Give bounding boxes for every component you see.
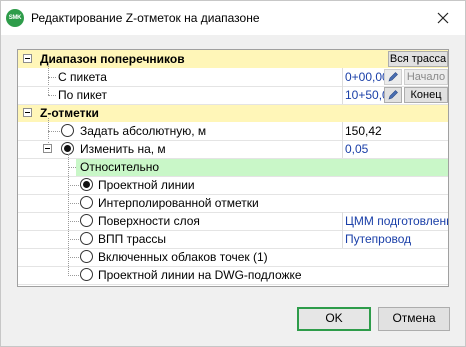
- row-divider: [18, 248, 448, 249]
- option-route-vpp-row[interactable]: ВПП трассы Путепровод: [18, 230, 448, 248]
- cancel-button[interactable]: Отмена: [378, 307, 450, 331]
- option-dwg-design-line-radio[interactable]: [80, 268, 93, 281]
- tree-line: [68, 275, 79, 276]
- option-dwg-design-line-label: Проектной линии на DWG-подложке: [98, 268, 302, 282]
- relative-row: Относительно: [18, 158, 448, 176]
- tree-line: [68, 203, 79, 204]
- app-logo-icon: SMK: [6, 9, 24, 27]
- tree-line: [68, 257, 79, 258]
- option-design-line-radio[interactable]: [80, 178, 93, 191]
- absolute-label: Задать абсолютную, м: [80, 124, 207, 138]
- option-point-clouds-label: Включенных облаков точек (1): [98, 250, 268, 264]
- option-route-vpp-value[interactable]: Путепровод: [345, 232, 411, 246]
- option-route-vpp-radio[interactable]: [80, 232, 93, 245]
- collapse-z-icon[interactable]: [23, 108, 32, 117]
- change-label: Изменить на, м: [80, 142, 166, 156]
- to-station-row[interactable]: По пикет 10+50,00 Конец: [18, 86, 448, 104]
- option-layer-surface-label: Поверхности слоя: [98, 214, 200, 228]
- dialog-window: SMK Редактирование Z-отметок на диапазон…: [0, 0, 466, 347]
- row-divider: [18, 230, 448, 231]
- close-icon: [437, 12, 449, 24]
- collapse-range-icon[interactable]: [23, 54, 32, 63]
- row-divider: [18, 176, 448, 177]
- ok-button[interactable]: OK: [297, 307, 371, 331]
- absolute-radio[interactable]: [61, 124, 74, 137]
- row-divider: [18, 158, 448, 159]
- tree-line: [48, 95, 56, 96]
- option-interpolated-row[interactable]: Интерполированной отметки: [18, 194, 448, 212]
- option-layer-surface-radio[interactable]: [80, 214, 93, 227]
- from-station-value[interactable]: 0+00,00: [345, 70, 389, 84]
- window-title: Редактирование Z-отметок на диапазоне: [31, 11, 260, 25]
- row-divider: [18, 212, 448, 213]
- all-route-button[interactable]: Вся трасса: [388, 51, 448, 67]
- from-station-row[interactable]: С пикета 0+00,00 Начало: [18, 68, 448, 86]
- change-value[interactable]: 0,05: [345, 142, 368, 156]
- option-layer-surface-row[interactable]: Поверхности слоя ЦММ подготовленная: [18, 212, 448, 230]
- category-z-marks[interactable]: Z-отметки: [18, 104, 448, 122]
- category-range-title: Диапазон поперечников: [40, 52, 185, 66]
- property-grid: Диапазон поперечников Вся трасса С пикет…: [17, 49, 449, 287]
- row-divider: [18, 284, 448, 285]
- end-button[interactable]: Конец: [404, 87, 448, 103]
- option-dwg-design-line-row[interactable]: Проектной линии на DWG-подложке: [18, 266, 448, 284]
- from-station-label: С пикета: [58, 70, 107, 84]
- tree-line: [48, 64, 49, 95]
- column-splitter[interactable]: [342, 212, 343, 248]
- column-splitter[interactable]: [342, 68, 343, 104]
- pencil-icon: [388, 72, 398, 82]
- tree-line: [68, 185, 79, 186]
- collapse-change-icon[interactable]: [43, 144, 52, 153]
- option-route-vpp-label: ВПП трассы: [98, 232, 167, 246]
- row-divider: [18, 194, 448, 195]
- tree-line: [68, 239, 79, 240]
- option-layer-surface-value[interactable]: ЦММ подготовленная: [345, 214, 448, 228]
- tree-line: [68, 167, 76, 168]
- option-point-clouds-radio[interactable]: [80, 250, 93, 263]
- close-button[interactable]: [421, 1, 465, 35]
- option-point-clouds-row[interactable]: Включенных облаков точек (1): [18, 248, 448, 266]
- row-divider: [18, 266, 448, 267]
- tree-line: [68, 221, 79, 222]
- absolute-row[interactable]: Задать абсолютную, м 150,42: [18, 122, 448, 140]
- absolute-value[interactable]: 150,42: [345, 124, 382, 138]
- option-design-line-label: Проектной линии: [98, 178, 195, 192]
- option-interpolated-radio[interactable]: [80, 196, 93, 209]
- title-bar: SMK Редактирование Z-отметок на диапазон…: [1, 1, 465, 35]
- category-range[interactable]: Диапазон поперечников Вся трасса: [18, 50, 448, 68]
- row-divider: [18, 86, 448, 87]
- option-interpolated-label: Интерполированной отметки: [98, 196, 259, 210]
- start-button[interactable]: Начало: [404, 69, 448, 85]
- option-design-line-row[interactable]: Проектной линии: [18, 176, 448, 194]
- relative-label: Относительно: [80, 160, 160, 174]
- tree-line: [48, 77, 56, 78]
- pencil-icon: [388, 90, 398, 100]
- to-station-label: По пикет: [58, 88, 107, 102]
- row-divider: [18, 140, 448, 141]
- to-station-pick-button[interactable]: [384, 87, 402, 103]
- tree-line: [48, 131, 60, 132]
- change-row[interactable]: Изменить на, м 0,05: [18, 140, 448, 158]
- from-station-pick-button[interactable]: [384, 69, 402, 85]
- row-divider: [18, 104, 448, 105]
- column-splitter[interactable]: [342, 122, 343, 158]
